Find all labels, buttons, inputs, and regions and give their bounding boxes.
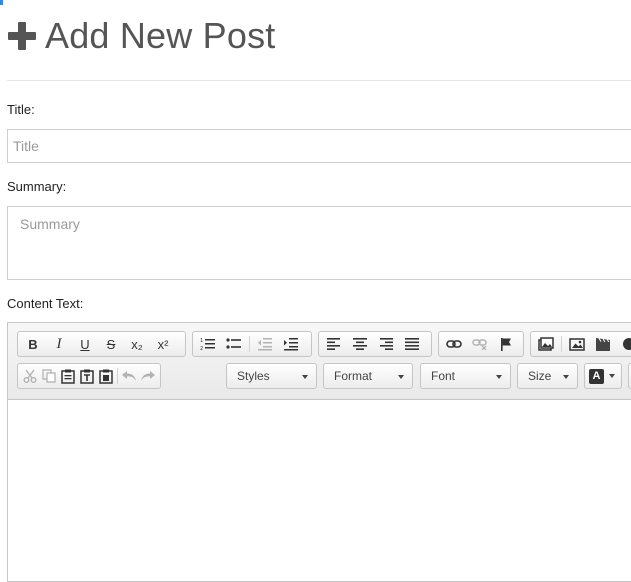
svg-text:2: 2 — [200, 346, 203, 351]
basic-styles-group: B I U S x₂ x² — [17, 331, 186, 357]
numbered-list-icon[interactable]: 12 — [195, 333, 221, 355]
plus-icon — [7, 21, 37, 51]
toolbar-separator — [249, 336, 250, 352]
image-icon[interactable] — [564, 333, 590, 355]
alignment-group — [318, 331, 432, 357]
link-icon[interactable] — [441, 333, 467, 355]
chevron-down-icon — [496, 375, 502, 379]
font-dropdown-label: Font — [431, 369, 456, 383]
more-icon[interactable] — [616, 333, 631, 355]
rich-text-editor: B I U S x₂ x² 12 Styles Format Font Size… — [7, 322, 631, 582]
insert-group — [530, 331, 631, 357]
chevron-down-icon — [398, 375, 404, 379]
page-header: Add New Post — [7, 14, 276, 58]
video-clapper-icon[interactable] — [590, 333, 616, 355]
bold-button[interactable]: B — [20, 333, 46, 355]
text-color-icon: A — [589, 368, 604, 384]
editor-content-area[interactable] — [8, 400, 631, 581]
underline-button[interactable]: U — [72, 333, 98, 355]
list-indent-group: 12 — [192, 331, 312, 357]
svg-text:1: 1 — [200, 338, 203, 344]
styles-dropdown[interactable]: Styles — [226, 363, 317, 389]
header-divider — [7, 80, 631, 81]
align-right-icon[interactable] — [373, 333, 399, 355]
strikethrough-button[interactable]: S — [98, 333, 124, 355]
corner-mark — [0, 0, 3, 5]
decrease-indent-icon[interactable] — [252, 333, 278, 355]
text-color-button[interactable]: A — [584, 363, 622, 389]
superscript-button[interactable]: x² — [150, 333, 176, 355]
size-dropdown[interactable]: Size — [517, 363, 578, 389]
title-input[interactable] — [7, 129, 631, 163]
format-dropdown[interactable]: Format — [323, 363, 413, 389]
increase-indent-icon[interactable] — [278, 333, 304, 355]
italic-button[interactable]: I — [46, 333, 72, 355]
align-justify-icon[interactable] — [399, 333, 425, 355]
size-dropdown-label: Size — [528, 369, 552, 383]
link-group — [438, 331, 524, 357]
title-label: Title: — [7, 102, 35, 117]
paste-icon[interactable] — [58, 365, 77, 387]
copy-icon[interactable] — [39, 365, 58, 387]
toolbar-separator — [561, 336, 562, 352]
image-gallery-icon[interactable] — [533, 333, 559, 355]
styles-dropdown-label: Styles — [237, 369, 270, 383]
bulleted-list-icon[interactable] — [221, 333, 247, 355]
summary-textarea[interactable] — [7, 206, 631, 280]
font-dropdown[interactable]: Font — [420, 363, 511, 389]
align-center-icon[interactable] — [347, 333, 373, 355]
redo-icon[interactable] — [139, 365, 158, 387]
content-label: Content Text: — [7, 296, 84, 311]
anchor-flag-icon[interactable] — [493, 333, 519, 355]
cut-icon[interactable] — [20, 365, 39, 387]
paste-text-icon[interactable] — [77, 365, 96, 387]
subscript-button[interactable]: x₂ — [124, 333, 150, 355]
chevron-down-icon — [609, 374, 615, 378]
editor-toolbar: B I U S x₂ x² 12 Styles Format Font Size… — [8, 323, 631, 400]
clipboard-group — [17, 363, 161, 389]
undo-icon[interactable] — [120, 365, 139, 387]
format-dropdown-label: Format — [334, 369, 373, 383]
toolbar-separator — [117, 368, 118, 384]
page-title: Add New Post — [45, 15, 276, 56]
unlink-icon[interactable] — [467, 333, 493, 355]
summary-label: Summary: — [7, 179, 67, 194]
chevron-down-icon — [302, 375, 308, 379]
align-left-icon[interactable] — [321, 333, 347, 355]
paste-from-word-icon[interactable] — [96, 365, 115, 387]
chevron-down-icon — [563, 375, 569, 379]
